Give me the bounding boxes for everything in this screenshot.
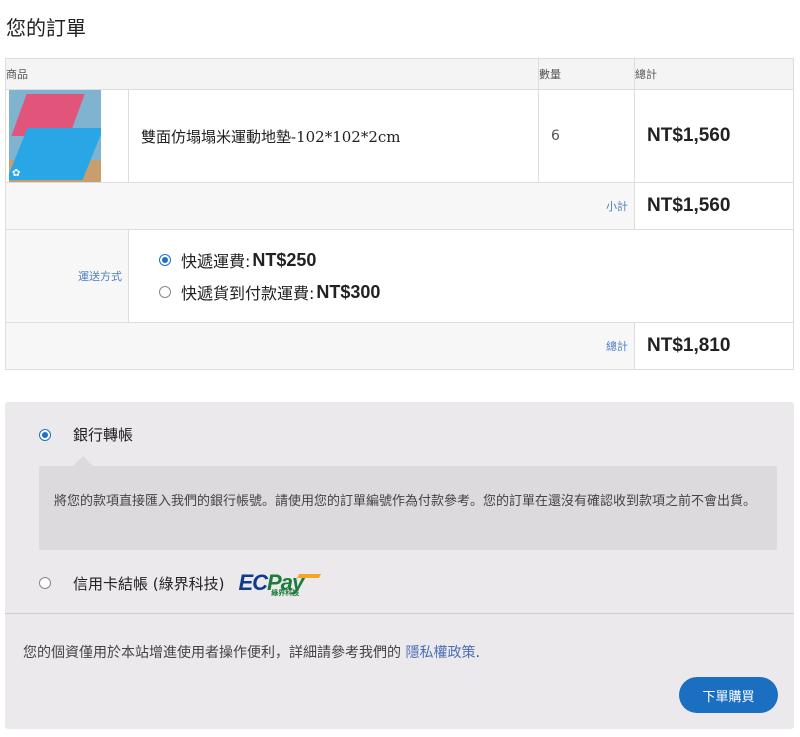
page-title: 您的訂單 (6, 16, 86, 40)
radio-unselected-icon[interactable] (159, 286, 171, 298)
subtotal-label: 小計 (5, 182, 635, 230)
payment-bank-description: 將您的款項直接匯入我們的銀行帳號。請使用您的訂單編號作為付款參考。您的訂單在還沒… (39, 456, 777, 550)
subtotal-row: 小計 NT$1,560 (5, 182, 794, 230)
shipping-row: 運送方式 快遞運費: NT$250 快遞貨到付款運費: NT$300 (5, 229, 794, 323)
payment-bank-label: 銀行轉帳 (73, 426, 134, 444)
product-thumbnail[interactable]: ✿ (9, 90, 101, 182)
shipping-options: 快遞運費: NT$250 快遞貨到付款運費: NT$300 (128, 229, 794, 323)
divider (5, 613, 794, 614)
product-thumbnail-cell: ✿ (5, 89, 129, 183)
shipping-option-express[interactable]: 快遞運費: NT$250 (159, 244, 793, 276)
col-product: 商品 (5, 58, 539, 90)
ecpay-logo: ECPay 綠界科技 (238, 570, 322, 597)
table-header: 商品 數量 總計 (5, 58, 794, 90)
payment-option-bank[interactable]: 銀行轉帳 (39, 424, 133, 445)
privacy-policy-link[interactable]: 隱私權政策 (405, 645, 475, 661)
shipping-label: 運送方式 (5, 229, 129, 323)
place-order-button[interactable]: 下單購買 (679, 677, 778, 713)
shipping-option-cod[interactable]: 快遞貨到付款運費: NT$300 (159, 276, 793, 308)
grand-total-value: NT$1,810 (634, 322, 794, 370)
radio-unselected-icon[interactable] (39, 577, 51, 589)
payment-option-card[interactable]: 信用卡結帳 (綠界科技) ECPay 綠界科技 (39, 570, 322, 597)
table-row: ✿ 雙面仿塌塌米運動地墊-102*102*2cm 6 NT$1,560 (5, 89, 794, 183)
watermark-icon: ✿ (12, 168, 21, 179)
col-quantity: 數量 (538, 58, 635, 90)
privacy-notice: 您的個資僅用於本站增進使用者操作便利，詳細請參考我們的 隱私權政策. (23, 645, 480, 661)
product-quantity: 6 (538, 89, 635, 183)
subtotal-value: NT$1,560 (634, 182, 794, 230)
order-table: 商品 數量 總計 ✿ 雙面仿塌塌米運動地墊-102*102*2cm 6 NT$1… (5, 58, 794, 370)
radio-selected-icon[interactable] (39, 428, 51, 441)
product-price: NT$1,560 (634, 89, 794, 183)
shipping-price: NT$250 (252, 249, 317, 270)
shipping-price: NT$300 (316, 281, 381, 302)
payment-methods: 銀行轉帳 將您的款項直接匯入我們的銀行帳號。請使用您的訂單編號作為付款參考。您的… (5, 402, 794, 729)
payment-card-label: 信用卡結帳 (綠界科技) (73, 574, 225, 593)
radio-selected-icon[interactable] (159, 254, 171, 266)
product-name[interactable]: 雙面仿塌塌米運動地墊-102*102*2cm (128, 89, 539, 183)
col-total: 總計 (634, 58, 794, 90)
grand-total-row: 總計 NT$1,810 (5, 322, 794, 370)
grand-total-label: 總計 (5, 322, 635, 370)
